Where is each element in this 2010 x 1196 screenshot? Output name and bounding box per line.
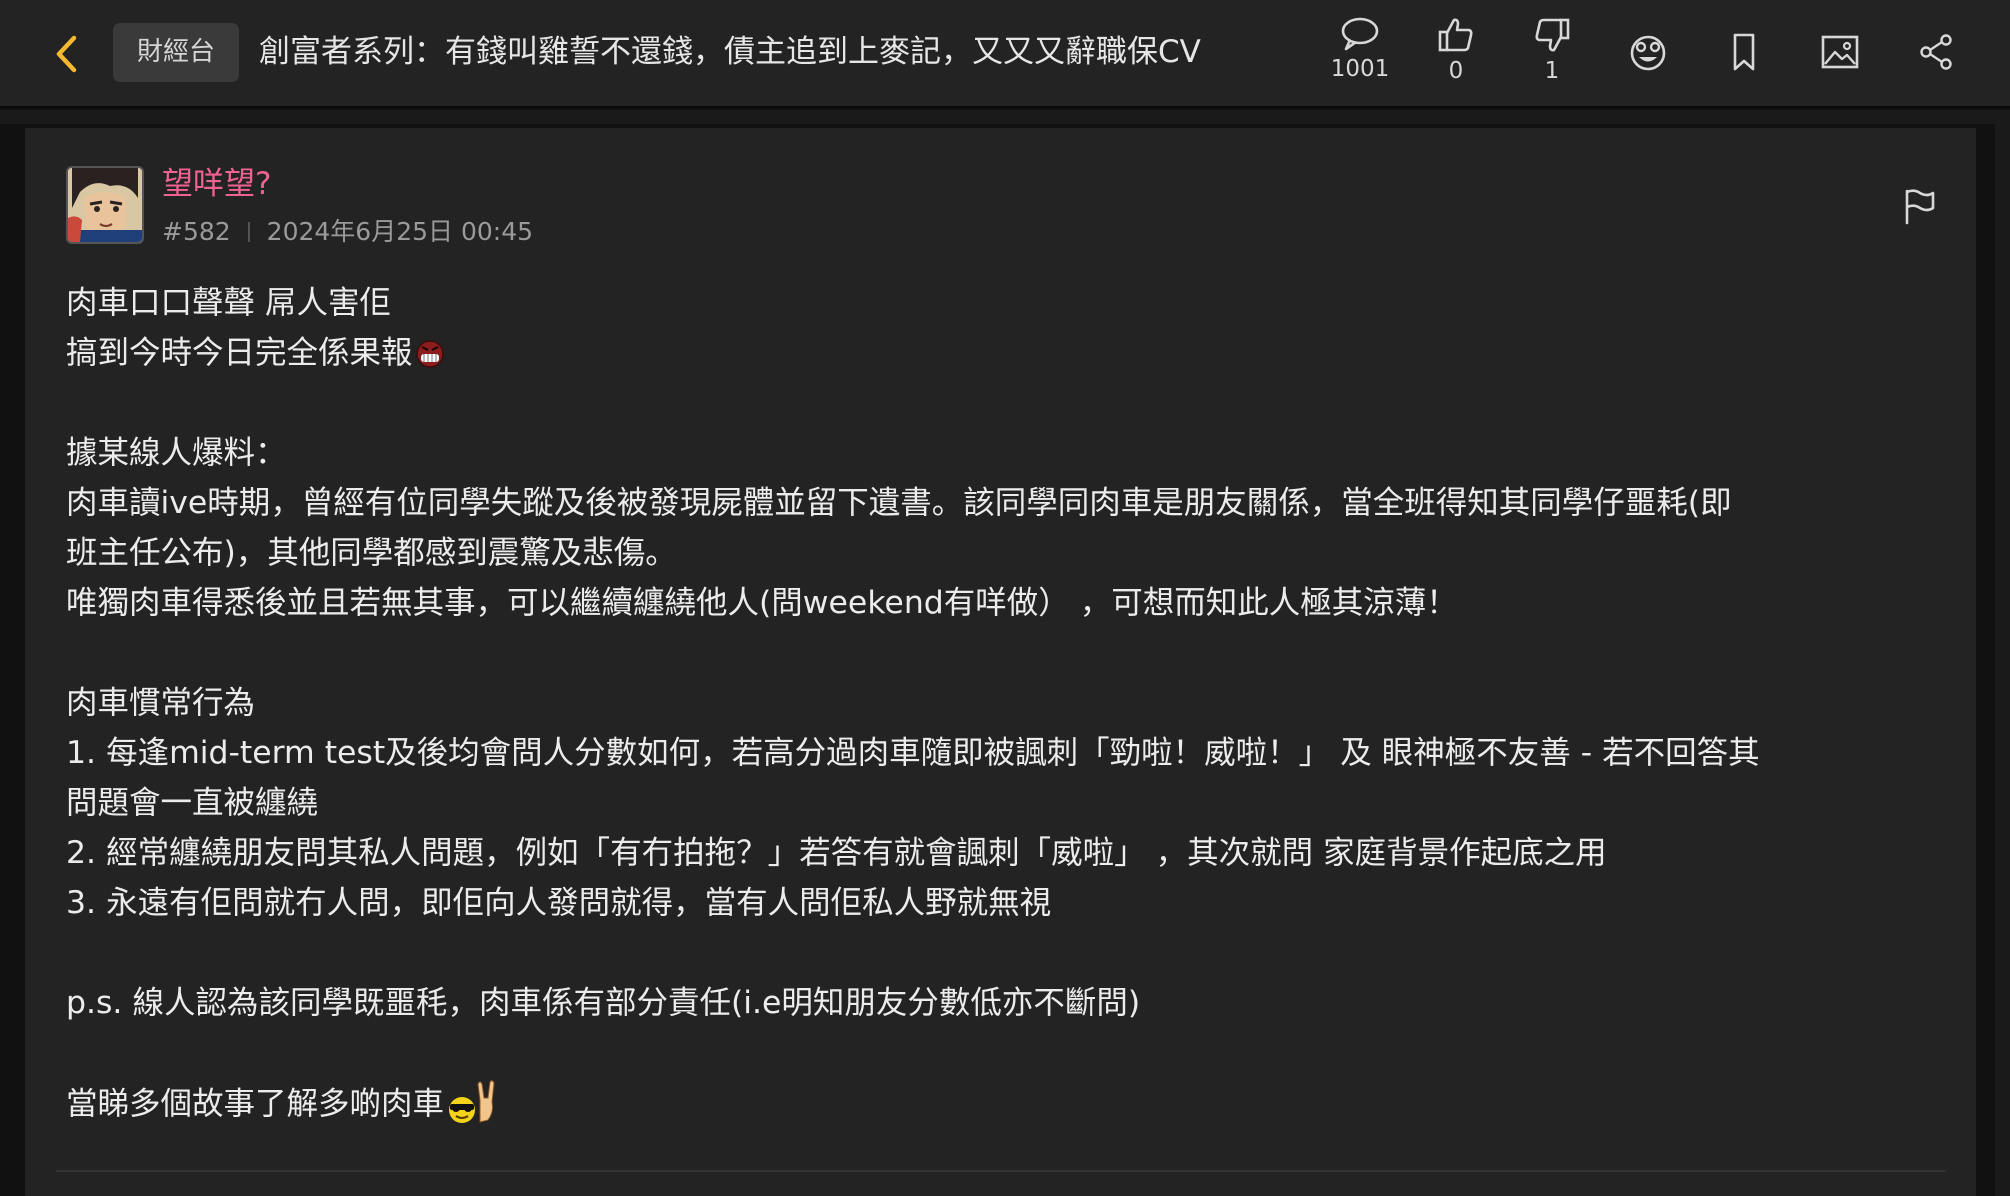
thumbs-down-icon bbox=[1535, 18, 1570, 52]
sunglasses-rock-hand-emoji-icon bbox=[446, 1078, 500, 1141]
back-button[interactable] bbox=[44, 26, 88, 82]
top-gutter bbox=[0, 110, 2010, 124]
post-meta: #582 2024年6月25日 00:45 bbox=[162, 214, 533, 250]
emoji-face-icon bbox=[1630, 35, 1666, 71]
reply-count: 1001 bbox=[1330, 56, 1390, 82]
meta-separator bbox=[247, 222, 250, 242]
post-line-text: 當睇多個故事了解多啲肉車 bbox=[66, 1086, 445, 1122]
post-line: 問題會一直被纏繞 bbox=[66, 785, 319, 821]
like-button[interactable]: 0 bbox=[1416, 16, 1496, 92]
post-line: 肉車口口聲聲 屌人害佢 bbox=[66, 285, 392, 321]
post-line: 搞到今時今日完全係果報 bbox=[66, 328, 1946, 378]
post-line: 1. 每逢mid-term test及後均會問人分數如何，若高分過肉車隨即被諷刺… bbox=[66, 735, 1760, 771]
image-mode-button[interactable] bbox=[1800, 22, 1880, 82]
channel-badge[interactable]: 財經台 bbox=[113, 23, 240, 82]
post-line: 肉車讀ive時期，曾經有位同學失蹤及後被發現屍體並留下遺書。該同學同肉車是朋友關… bbox=[66, 485, 1732, 521]
angry-face-emoji-icon bbox=[415, 334, 445, 384]
bookmark-button[interactable] bbox=[1704, 22, 1784, 82]
thumbs-up-icon bbox=[1438, 18, 1473, 52]
floor-number: #582 bbox=[162, 217, 231, 246]
post-divider bbox=[56, 1170, 1946, 1172]
post-line: 當睇多個故事了解多啲肉車 bbox=[66, 1078, 1946, 1134]
post-line: 唯獨肉車得悉後並且若無其事，可以繼續纏繞他人(問weekend有咩做） ，可想而… bbox=[66, 585, 1458, 621]
post-line-text: 搞到今時今日完全係果報 bbox=[66, 335, 413, 371]
share-button[interactable] bbox=[1896, 22, 1976, 82]
dislike-count: 1 bbox=[1544, 58, 1560, 84]
image-icon bbox=[1821, 35, 1859, 69]
share-icon bbox=[1920, 34, 1952, 70]
post-line: 班主任公布)，其他同學都感到震驚及悲傷。 bbox=[66, 535, 677, 571]
post-timestamp: 2024年6月25日 00:45 bbox=[266, 217, 534, 246]
emoji-button[interactable] bbox=[1608, 22, 1688, 82]
username[interactable]: 望咩望? bbox=[162, 164, 271, 204]
post-line: 肉車慣常行為 bbox=[66, 685, 256, 721]
comment-icon bbox=[1341, 17, 1379, 51]
reply-button[interactable]: 1001 bbox=[1320, 16, 1400, 92]
post-line: p.s. 線人認為該同學既噩秏，肉車係有部分責任(i.e明知朋友分數低亦不斷問) bbox=[66, 985, 1141, 1021]
thread-title: 創富者系列：有錢叫雞誓不還錢，債主追到上麥記，又又又辭職保CV bbox=[259, 34, 1201, 70]
post-content: 肉車口口聲聲 屌人害佢 搞到今時今日完全係果報 據某線人爆料： 肉車讀ive時期… bbox=[66, 278, 1946, 1134]
dislike-button[interactable]: 1 bbox=[1512, 16, 1592, 92]
post-line: 3. 永遠有佢問就冇人問，即佢向人發問就得，當有人問佢私人野就無視 bbox=[66, 885, 1052, 921]
like-count: 0 bbox=[1448, 58, 1464, 84]
top-bar: 財經台 創富者系列：有錢叫雞誓不還錢，債主追到上麥記，又又又辭職保CV 1001… bbox=[0, 0, 2010, 108]
post-line: 據某線人爆料： bbox=[66, 435, 287, 471]
avatar[interactable] bbox=[66, 166, 144, 244]
report-button[interactable] bbox=[1898, 184, 1940, 228]
flag-icon bbox=[1905, 189, 1935, 225]
chevron-left-icon bbox=[56, 35, 77, 73]
avatar-image bbox=[68, 168, 142, 242]
bookmark-icon bbox=[1733, 33, 1755, 71]
right-gutter bbox=[1995, 110, 2010, 1196]
post-line: 2. 經常纏繞朋友問其私人問題，例如「有冇拍拖？」若答有就會諷刺「威啦」 ，其次… bbox=[66, 835, 1607, 871]
